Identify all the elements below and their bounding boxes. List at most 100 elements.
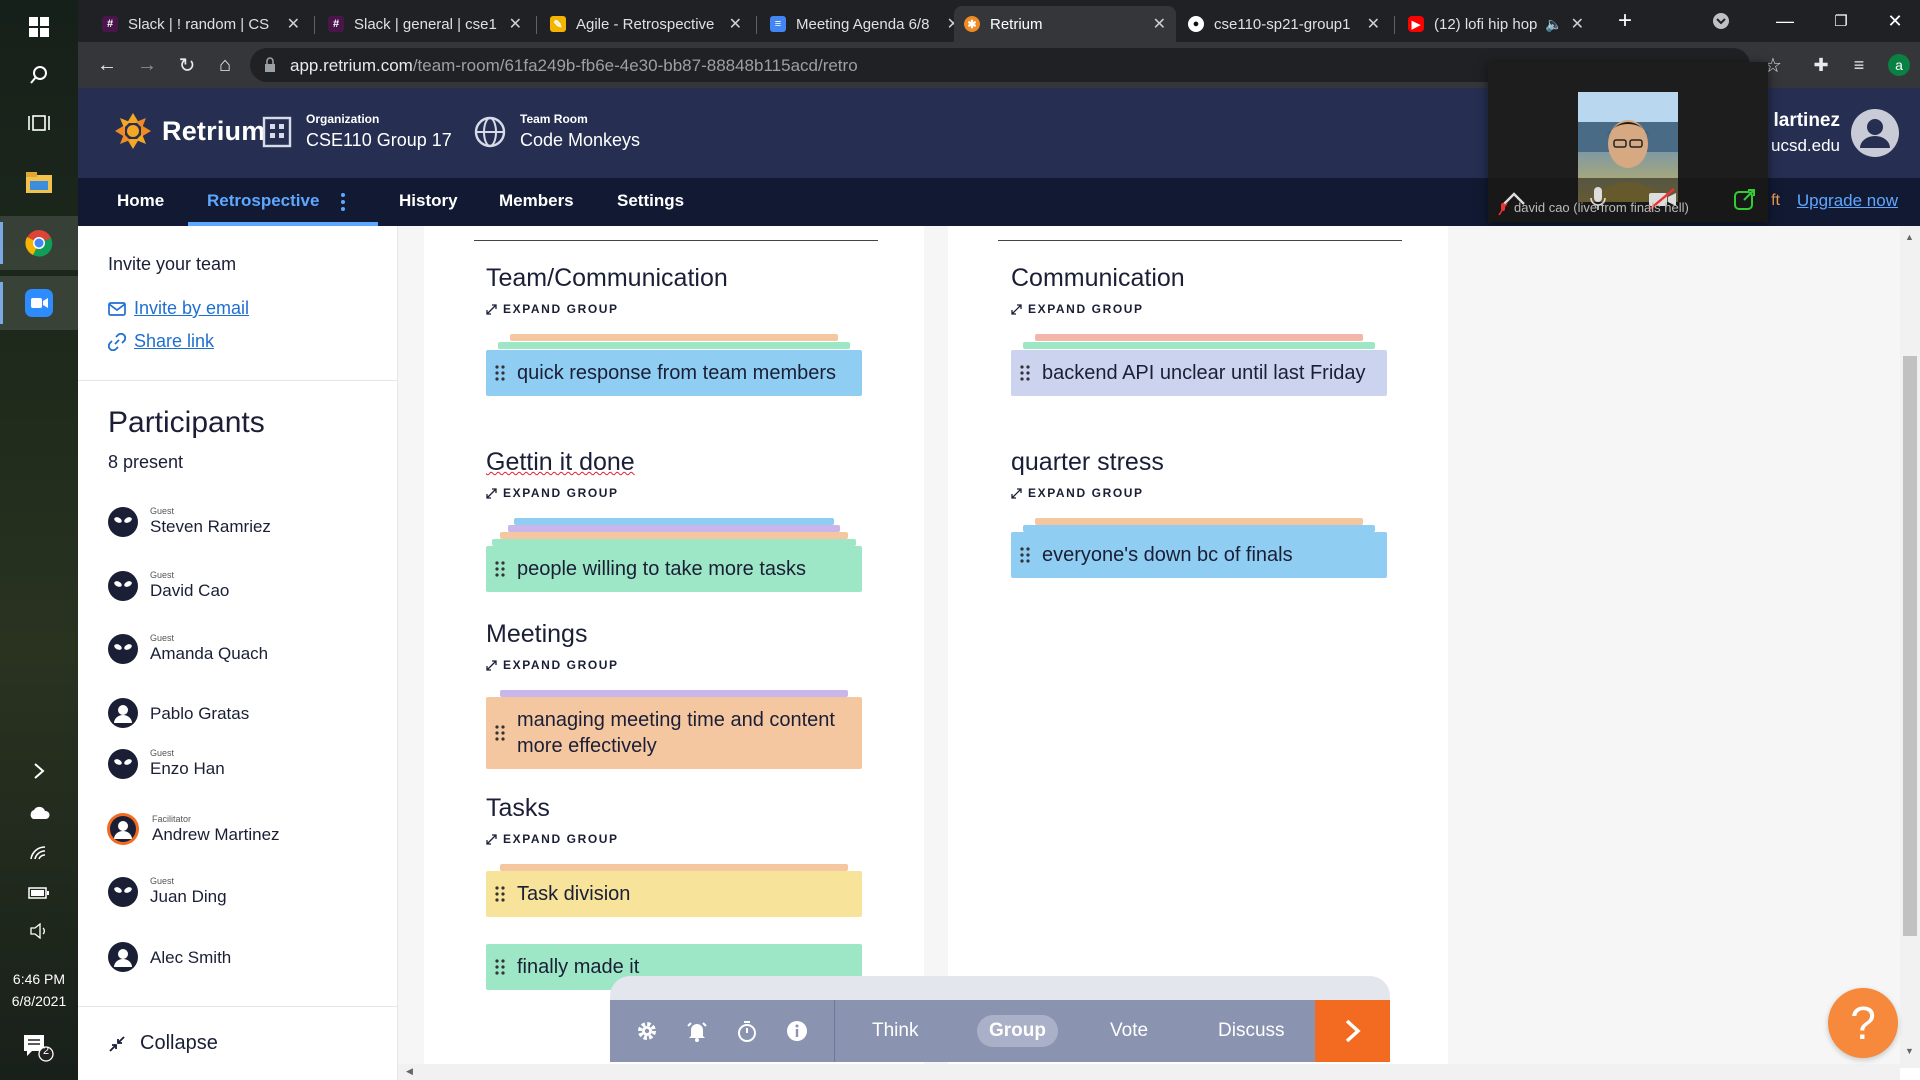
browser-menu-icon[interactable]: ⋮ <box>1914 50 1920 80</box>
browser-tab-agile-retrospective[interactable]: ✎ Agile - Retrospective ✕ <box>540 6 752 42</box>
group-title[interactable]: Gettin it done <box>486 448 635 477</box>
back-icon[interactable]: ← <box>92 50 122 80</box>
nav-history[interactable]: History <box>399 178 458 226</box>
browser-tab-slack-random[interactable]: # Slack | ! random | CS ✕ <box>92 6 310 42</box>
retro-card[interactable]: backend API unclear until last Friday <box>1011 350 1387 396</box>
participant-item[interactable]: Guest Enzo Han <box>108 748 225 779</box>
group-title[interactable]: Meetings <box>486 620 587 649</box>
task-view-icon[interactable] <box>0 96 78 150</box>
audio-playing-icon[interactable]: 🔈 <box>1545 16 1562 33</box>
browser-tab-youtube[interactable]: ▶ (12) lofi hip hop 🔈 ✕ <box>1398 6 1594 42</box>
organization-selector[interactable]: Organization CSE110 Group 17 <box>262 112 452 151</box>
scrollbar-thumb[interactable] <box>1903 356 1917 936</box>
participant-item[interactable]: Guest Juan Ding <box>108 876 227 907</box>
team-room-selector[interactable]: Team Room Code Monkeys <box>474 112 640 151</box>
close-tab-icon[interactable]: ✕ <box>287 14 300 34</box>
retro-card[interactable]: quick response from team members <box>486 350 862 396</box>
drag-handle-icon[interactable] <box>1020 547 1030 563</box>
file-explorer-icon[interactable] <box>0 156 78 210</box>
phase-vote[interactable]: Vote <box>1110 1000 1148 1062</box>
expand-group-button[interactable]: EXPAND GROUP <box>486 302 619 316</box>
expand-group-button[interactable]: EXPAND GROUP <box>486 832 619 846</box>
browser-tab-retrium[interactable]: ✱ Retrium ✕ <box>954 6 1176 42</box>
drag-handle-icon[interactable] <box>495 886 505 902</box>
nav-settings[interactable]: Settings <box>617 178 684 226</box>
zoom-app-icon[interactable] <box>0 276 78 330</box>
group-title[interactable]: Tasks <box>486 794 550 823</box>
retrium-logo[interactable]: Retrium <box>114 112 265 150</box>
drag-handle-icon[interactable] <box>495 365 505 381</box>
notification-center-icon[interactable]: 2 <box>22 1032 54 1062</box>
browser-tab-slack-general[interactable]: # Slack | general | cse1 ✕ <box>318 6 532 42</box>
scroll-down-icon[interactable]: ▼ <box>1905 1046 1914 1056</box>
volume-icon[interactable] <box>0 904 78 958</box>
close-tab-icon[interactable]: ✕ <box>509 14 522 34</box>
browser-tab-github[interactable]: ● cse110-sp21-group1 ✕ <box>1178 6 1390 42</box>
scroll-left-icon[interactable]: ◀ <box>406 1066 413 1077</box>
extensions-icon[interactable]: ✚ <box>1806 50 1836 80</box>
close-window-icon[interactable]: ✕ <box>1868 0 1920 42</box>
user-avatar-icon[interactable] <box>1850 108 1900 163</box>
home-icon[interactable]: ⌂ <box>210 50 240 80</box>
scroll-up-icon[interactable]: ▲ <box>1905 232 1914 242</box>
close-tab-icon[interactable]: ✕ <box>1571 14 1584 34</box>
expand-group-button[interactable]: EXPAND GROUP <box>486 486 619 500</box>
retro-card[interactable]: managing meeting time and content more e… <box>486 697 862 769</box>
reading-list-icon[interactable]: ≡ <box>1844 50 1874 80</box>
nav-members[interactable]: Members <box>499 178 574 226</box>
gear-icon[interactable] <box>622 1000 672 1062</box>
new-tab-button[interactable]: + <box>1598 0 1652 42</box>
chrome-icon[interactable] <box>0 216 78 270</box>
phase-group[interactable]: Group <box>977 1015 1058 1047</box>
expand-group-button[interactable]: EXPAND GROUP <box>486 658 619 672</box>
invite-by-email-link[interactable]: Invite by email <box>108 298 249 319</box>
group-title[interactable]: Team/Communication <box>486 264 728 293</box>
group-title[interactable]: Communication <box>1011 264 1185 293</box>
phase-discuss[interactable]: Discuss <box>1218 1000 1285 1062</box>
system-clock[interactable]: 6:46 PM 6/8/2021 <box>0 968 78 1012</box>
reload-icon[interactable]: ↻ <box>172 50 202 80</box>
participant-item[interactable]: Alec Smith <box>108 942 231 972</box>
expand-group-button[interactable]: EXPAND GROUP <box>1011 486 1144 500</box>
upgrade-now-link[interactable]: Upgrade now <box>1797 191 1898 211</box>
drag-handle-icon[interactable] <box>495 561 505 577</box>
timer-icon[interactable] <box>722 1000 772 1062</box>
participant-item[interactable]: Pablo Gratas <box>108 698 249 728</box>
info-icon[interactable] <box>772 1000 822 1062</box>
vertical-scrollbar[interactable]: ▲ ▼ <box>1900 226 1920 1068</box>
horizontal-scrollbar[interactable]: ◀ <box>398 1064 1900 1080</box>
windows-start-icon[interactable] <box>0 0 78 54</box>
drag-handle-icon[interactable] <box>495 959 505 975</box>
alarm-bell-icon[interactable] <box>672 1000 722 1062</box>
retro-card[interactable]: Task division <box>486 871 862 917</box>
retro-card[interactable]: everyone's down bc of finals <box>1011 532 1387 578</box>
drag-handle-icon[interactable] <box>1020 365 1030 381</box>
forward-icon[interactable]: → <box>132 50 162 80</box>
close-tab-icon[interactable]: ✕ <box>1153 14 1166 34</box>
user-name[interactable]: lartinez <box>1773 110 1840 132</box>
participant-item[interactable]: Guest Amanda Quach <box>108 633 268 664</box>
drag-handle-icon[interactable] <box>495 725 505 741</box>
tab-search-icon[interactable] <box>1694 0 1748 42</box>
next-phase-button[interactable] <box>1315 1000 1390 1062</box>
collapse-button[interactable]: Collapse <box>108 1032 218 1055</box>
share-screen-icon[interactable] <box>1734 188 1756 210</box>
nav-home[interactable]: Home <box>117 178 164 226</box>
nav-retrospective[interactable]: Retrospective <box>207 178 319 226</box>
browser-tab-meeting-agenda[interactable]: ≡ Meeting Agenda 6/8 ✕ <box>760 6 970 42</box>
retro-card[interactable]: people willing to take more tasks <box>486 546 862 592</box>
participant-item[interactable]: Guest Steven Ramriez <box>108 506 271 537</box>
minimize-icon[interactable]: — <box>1758 0 1812 42</box>
kebab-menu-icon[interactable] <box>340 178 346 226</box>
profile-avatar[interactable]: a <box>1884 50 1914 80</box>
share-link[interactable]: Share link <box>108 331 214 352</box>
close-tab-icon[interactable]: ✕ <box>729 14 742 34</box>
help-button[interactable]: ? <box>1828 988 1898 1058</box>
phase-think[interactable]: Think <box>872 1000 918 1062</box>
close-tab-icon[interactable]: ✕ <box>1367 14 1380 34</box>
zoom-video-window[interactable]: david cao (live from finals hell) <box>1488 62 1768 222</box>
participant-item[interactable]: Guest David Cao <box>108 570 229 601</box>
group-title[interactable]: quarter stress <box>1011 448 1164 477</box>
participant-item[interactable]: Facilitator Andrew Martinez <box>107 812 280 846</box>
search-icon[interactable] <box>0 48 78 102</box>
